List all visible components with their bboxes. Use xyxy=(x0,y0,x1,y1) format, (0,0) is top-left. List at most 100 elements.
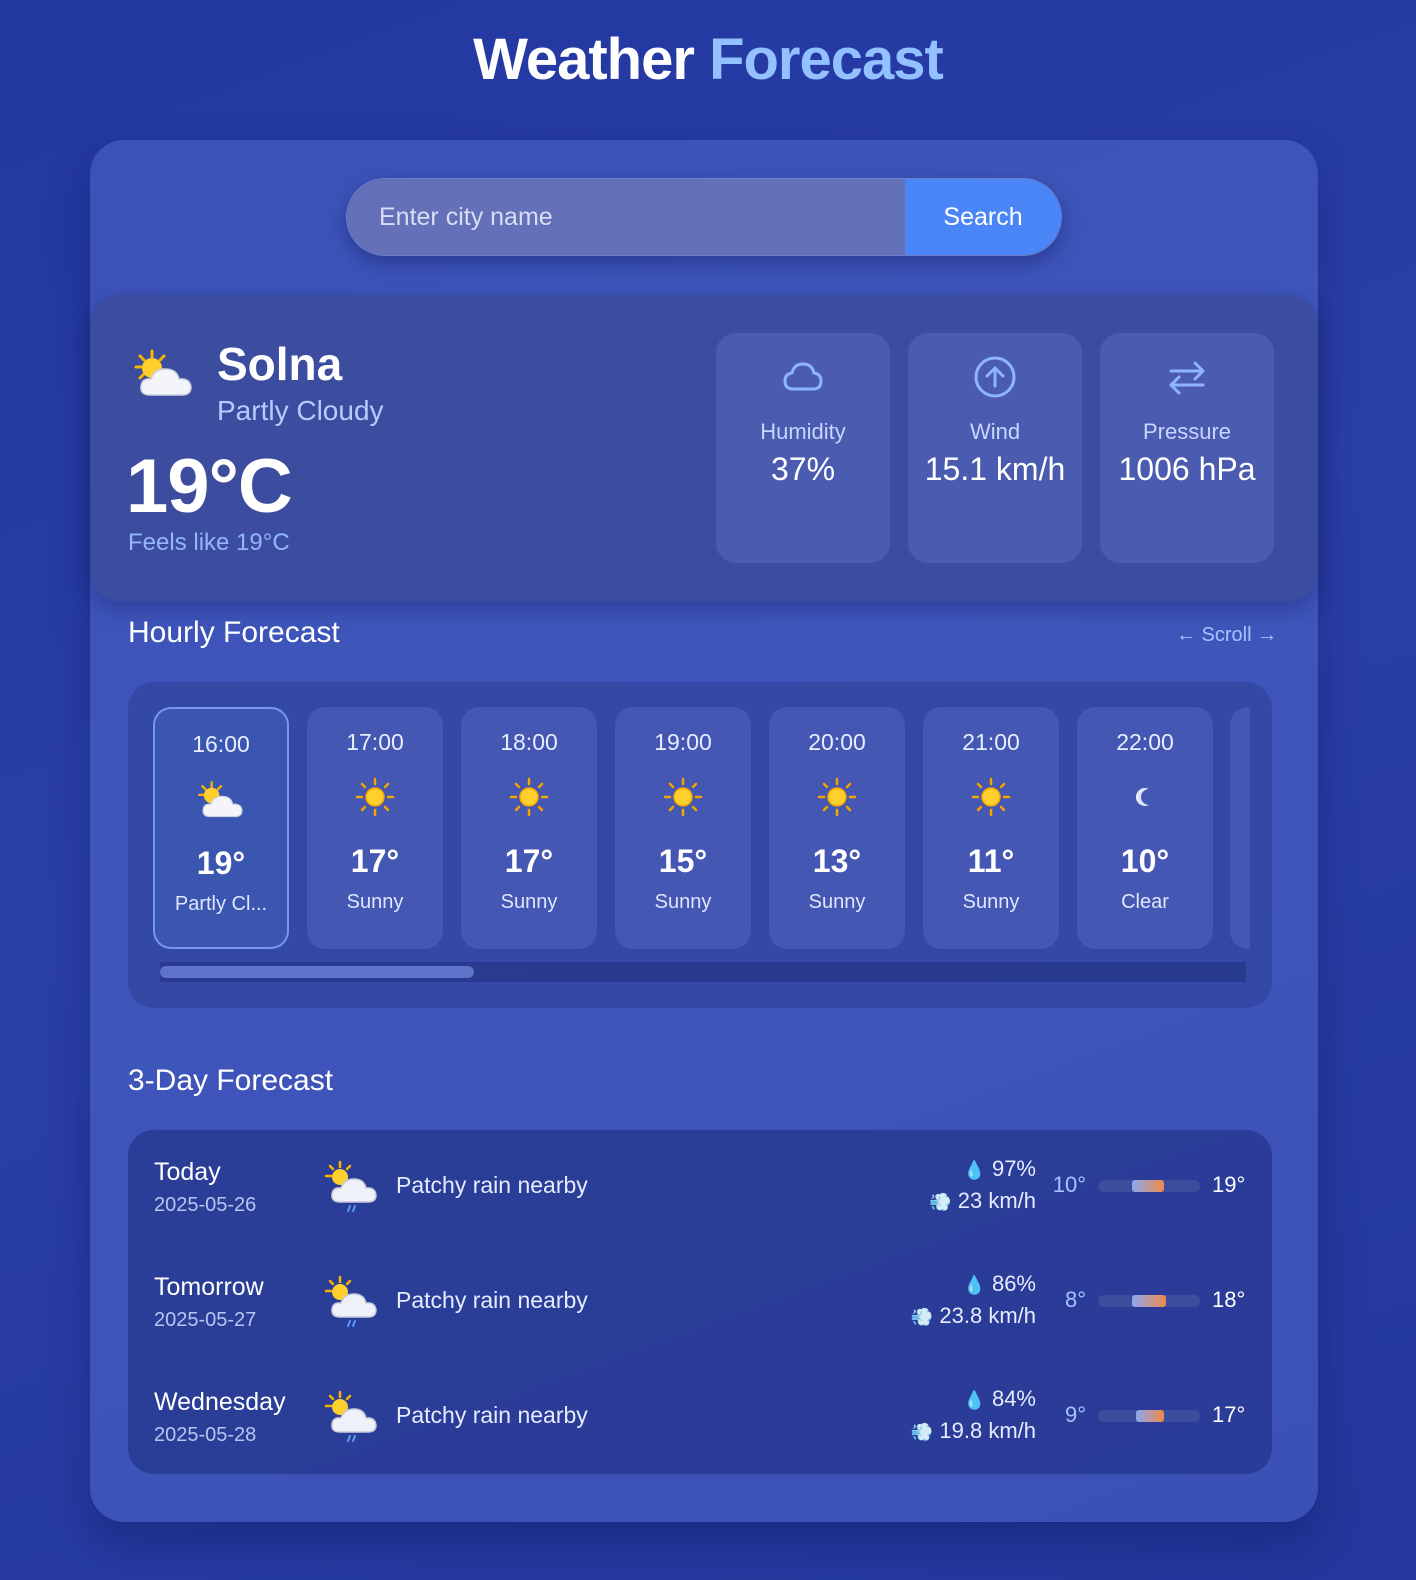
hourly-item[interactable]: 16:00 19° Partly Cl... xyxy=(153,707,289,949)
day-precipitation: 💧 97% xyxy=(963,1156,1036,1182)
daily-row[interactable]: Tomorrow 2025-05-27 Patchy rain nearby 💧… xyxy=(128,1245,1272,1360)
temp-range-fill xyxy=(1136,1410,1164,1422)
hour-temp: 15° xyxy=(658,843,708,879)
sun-icon xyxy=(971,777,1011,822)
pressure-value: 1006 hPa xyxy=(1118,451,1256,487)
sun-icon xyxy=(509,777,549,822)
wind-value: 19.8 km/h xyxy=(939,1418,1036,1443)
wind-icon: 💨 xyxy=(910,1307,934,1327)
moon-icon xyxy=(1125,777,1165,822)
precip-value: 86% xyxy=(991,1271,1036,1296)
search-input[interactable] xyxy=(347,179,905,255)
scrollbar-thumb[interactable] xyxy=(160,966,474,978)
rain-cloud-sun-icon xyxy=(322,1160,382,1221)
current-temperature: 19°C xyxy=(126,444,293,529)
hour-condition: Sunny xyxy=(654,891,712,913)
hourly-forecast-title: Hourly Forecast xyxy=(128,616,340,649)
cloud-icon xyxy=(779,353,827,406)
hour-temp: 17° xyxy=(350,843,400,879)
day-max-temp: 19° xyxy=(1212,1172,1246,1197)
page-title: Weather Forecast xyxy=(0,26,1416,93)
wind-value: 23.8 km/h xyxy=(939,1303,1036,1328)
temp-range-fill xyxy=(1132,1180,1164,1192)
sun-icon xyxy=(663,777,703,822)
search-button[interactable]: Search xyxy=(905,179,1061,255)
hourly-scrollbar[interactable] xyxy=(160,962,1246,982)
hourly-item[interactable]: 20:00 13° Sunny xyxy=(769,707,905,949)
hour-temp: 10° xyxy=(1120,843,1170,879)
hour-condition: Partly Cl... xyxy=(174,893,268,915)
wind-label: Wind xyxy=(969,419,1021,444)
wind-icon: 💨 xyxy=(929,1192,952,1212)
temp-range-fill xyxy=(1132,1295,1166,1307)
hour-time: 16:00 xyxy=(192,731,250,757)
hourly-item[interactable]: 22:00 10° Clear xyxy=(1077,707,1213,949)
hour-condition: Sunny xyxy=(346,891,404,913)
partly-cloudy-icon xyxy=(193,779,249,828)
scroll-hint: ← Scroll → xyxy=(1176,624,1278,646)
hour-temp: 17° xyxy=(504,843,554,879)
day-precipitation: 💧 86% xyxy=(963,1271,1036,1297)
day-min-temp: 10° xyxy=(1052,1172,1086,1197)
hourly-item[interactable]: 19:00 15° Sunny xyxy=(615,707,751,949)
wind-value: 23 km/h xyxy=(957,1188,1036,1213)
hourly-item[interactable]: 21:00 11° Sunny xyxy=(923,707,1059,949)
pressure-card: Pressure 1006 hPa xyxy=(1100,333,1274,563)
wind-card: Wind 15.1 km/h xyxy=(908,333,1082,563)
arrow-up-circle-icon xyxy=(971,353,1019,406)
wind-value: 15.1 km/h xyxy=(924,451,1066,487)
page-title-accent: Forecast xyxy=(709,27,944,92)
day-precipitation: 💧 84% xyxy=(963,1386,1036,1412)
city-name: Solna xyxy=(217,338,343,390)
hour-condition: Clear xyxy=(1121,891,1169,913)
day-wind: 💨 23 km/h xyxy=(929,1188,1036,1214)
droplet-icon: 💧 xyxy=(963,1390,986,1410)
day-condition: Patchy rain nearby xyxy=(396,1402,588,1428)
temp-range-bar xyxy=(1098,1410,1200,1422)
day-date: 2025-05-28 xyxy=(154,1424,257,1446)
hourly-forecast-list[interactable]: 16:00 19° Partly Cl... 17:00 17° Sunny 1… xyxy=(128,682,1272,1008)
day-wind: 💨 19.8 km/h xyxy=(911,1418,1036,1444)
day-min-temp: 8° xyxy=(1064,1287,1086,1312)
weather-card: Search Solna Partly Cloudy 19°C Feels li… xyxy=(90,140,1318,1522)
current-condition: Partly Cloudy xyxy=(217,395,384,426)
sun-icon xyxy=(817,777,857,822)
hourly-item-partial[interactable] xyxy=(1230,707,1250,949)
humidity-value: 37% xyxy=(770,451,836,487)
pressure-label: Pressure xyxy=(1142,419,1232,444)
day-condition: Patchy rain nearby xyxy=(396,1172,588,1198)
precip-value: 97% xyxy=(991,1156,1036,1181)
droplet-icon: 💧 xyxy=(963,1160,986,1180)
page-title-main: Weather xyxy=(473,27,695,92)
daily-row[interactable]: Wednesday 2025-05-28 Patchy rain nearby … xyxy=(128,1360,1272,1475)
daily-forecast-title: 3-Day Forecast xyxy=(128,1064,334,1097)
daily-forecast-list: Today 2025-05-26 Patchy rain nearby 💧 97… xyxy=(128,1130,1272,1474)
day-max-temp: 18° xyxy=(1212,1287,1246,1312)
hour-temp: 19° xyxy=(196,845,246,881)
day-name: Tomorrow xyxy=(154,1273,264,1301)
day-name: Today xyxy=(154,1158,221,1186)
day-max-temp: 17° xyxy=(1212,1402,1246,1427)
day-min-temp: 9° xyxy=(1064,1402,1086,1427)
rain-cloud-sun-icon xyxy=(322,1275,382,1336)
hour-condition: Sunny xyxy=(500,891,558,913)
feels-like: Feels like 19°C xyxy=(128,529,290,556)
hour-time: 20:00 xyxy=(808,729,866,755)
rain-cloud-sun-icon xyxy=(322,1390,382,1451)
day-condition: Patchy rain nearby xyxy=(396,1287,588,1313)
daily-row[interactable]: Today 2025-05-26 Patchy rain nearby 💧 97… xyxy=(128,1130,1272,1245)
current-weather-panel: Solna Partly Cloudy 19°C Feels like 19°C… xyxy=(90,295,1318,601)
hour-time: 19:00 xyxy=(654,729,712,755)
hour-temp: 11° xyxy=(967,843,1015,879)
day-date: 2025-05-27 xyxy=(154,1309,257,1331)
hour-temp: 13° xyxy=(812,843,862,879)
partly-cloudy-icon xyxy=(128,347,200,408)
humidity-card: Humidity 37% xyxy=(716,333,890,563)
temp-range-bar xyxy=(1098,1295,1200,1307)
hourly-item[interactable]: 18:00 17° Sunny xyxy=(461,707,597,949)
hourly-item[interactable]: 17:00 17° Sunny xyxy=(307,707,443,949)
precip-value: 84% xyxy=(991,1386,1036,1411)
temp-range-bar xyxy=(1098,1180,1200,1192)
hour-time: 18:00 xyxy=(500,729,558,755)
hour-condition: Sunny xyxy=(962,891,1020,913)
